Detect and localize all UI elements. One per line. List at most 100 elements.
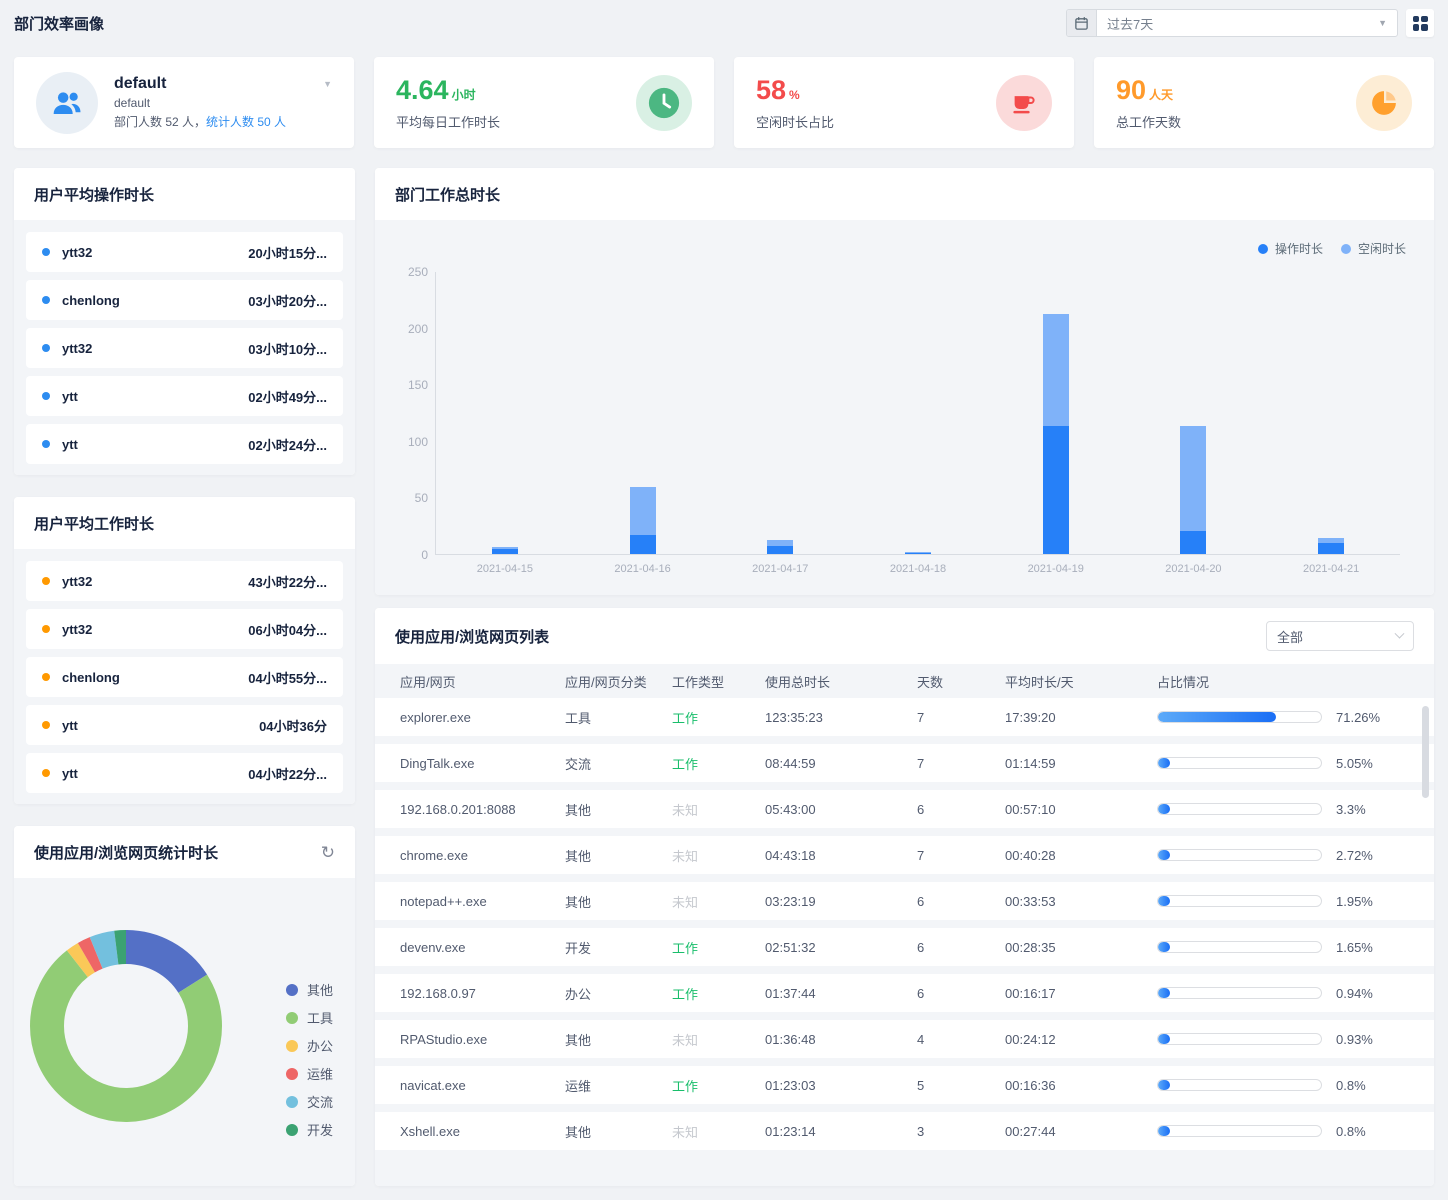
avg-operation-panel: 用户平均操作时长 ytt3220小时15分...chenlong03小时20分.… (14, 168, 355, 475)
stat-count-link[interactable]: 统计人数 50 人 (206, 115, 286, 129)
user-name: ytt (62, 389, 78, 404)
pie-chart-icon (1356, 75, 1412, 131)
progress-track (1157, 711, 1322, 723)
legend-dot-icon (286, 1040, 298, 1052)
calendar-icon (1067, 10, 1097, 36)
days-cell: 7 (917, 848, 1005, 863)
avg-daily-work-label: 平均每日工作时长 (396, 112, 500, 131)
legend-item[interactable]: 开发 (286, 1120, 333, 1139)
app-name-cell: devenv.exe (400, 940, 565, 955)
table-row: 192.168.0.201:8088其他未知05:43:00600:57:103… (375, 790, 1434, 828)
percent-cell: 0.94% (1157, 986, 1414, 1001)
user-name: ytt32 (62, 574, 92, 589)
days-cell: 5 (917, 1078, 1005, 1093)
user-dot-icon (42, 721, 50, 729)
donut-legend: 其他工具办公运维交流开发 (286, 980, 333, 1139)
category-cell: 运维 (565, 1076, 672, 1095)
column-header: 工作类型 (672, 672, 765, 691)
percent-label: 0.8% (1336, 1078, 1366, 1093)
progress-fill (1158, 1080, 1170, 1090)
department-subname: default (114, 96, 332, 110)
department-caret-icon[interactable]: ▼ (323, 79, 332, 89)
user-name: ytt (62, 437, 78, 452)
user-duration: 03小时10分... (248, 339, 327, 358)
legend-item[interactable]: 交流 (286, 1092, 333, 1111)
x-axis-label: 2021-04-15 (477, 563, 533, 575)
bar-chart-plot: 0501001502002502021-04-152021-04-162021-… (435, 272, 1400, 555)
caret-down-icon: ▼ (1378, 18, 1397, 28)
user-dot-icon (42, 625, 50, 633)
progress-track (1157, 987, 1322, 999)
avg-duration-cell: 00:16:36 (1005, 1078, 1157, 1093)
x-axis-label: 2021-04-17 (752, 563, 808, 575)
user-list-item: ytt02小时24分... (26, 424, 343, 464)
category-cell: 开发 (565, 938, 672, 957)
days-cell: 3 (917, 1124, 1005, 1139)
coffee-cup-icon (996, 75, 1052, 131)
legend-item[interactable]: 操作时长 (1258, 240, 1323, 257)
column-header: 占比情况 (1157, 672, 1414, 691)
app-name-cell: 192.168.0.97 (400, 986, 565, 1001)
legend-item[interactable]: 运维 (286, 1064, 333, 1083)
refresh-icon[interactable]: ↻ (321, 844, 335, 861)
percent-label: 0.94% (1336, 986, 1373, 1001)
legend-dot-icon (1258, 244, 1268, 254)
department-name: default (114, 75, 166, 93)
progress-track (1157, 1033, 1322, 1045)
percent-label: 5.05% (1336, 756, 1373, 771)
user-list-item: ytt04小时22分... (26, 753, 343, 793)
bar-segment-空闲时长 (1180, 426, 1206, 531)
bar-segment-操作时长 (767, 546, 793, 554)
legend-item[interactable]: 空闲时长 (1341, 240, 1406, 257)
column-header: 应用/网页 (400, 672, 565, 691)
days-cell: 7 (917, 710, 1005, 725)
column-header: 应用/网页分类 (565, 672, 672, 691)
progress-fill (1158, 942, 1170, 952)
bar-segment-空闲时长 (767, 540, 793, 546)
apps-grid-button[interactable] (1406, 9, 1434, 37)
legend-label: 交流 (307, 1092, 333, 1111)
progress-track (1157, 757, 1322, 769)
category-cell: 其他 (565, 846, 672, 865)
percent-label: 1.65% (1336, 940, 1373, 955)
user-list-item: ytt32 20小时15分... (26, 232, 343, 272)
department-card: default ▼ default 部门人数 52 人，统计人数 50 人 (14, 57, 354, 148)
percent-cell: 0.8% (1157, 1124, 1414, 1139)
percent-label: 2.72% (1336, 848, 1373, 863)
category-filter-select[interactable]: 全部 (1266, 621, 1414, 651)
app-name-cell: explorer.exe (400, 710, 565, 725)
user-name: ytt32 (62, 245, 92, 260)
x-axis-label: 2021-04-20 (1165, 563, 1221, 575)
legend-item[interactable]: 工具 (286, 1008, 333, 1027)
bar-segment-操作时长 (1043, 426, 1069, 554)
percent-cell: 3.3% (1157, 802, 1414, 817)
table-scrollbar[interactable] (1422, 706, 1429, 798)
progress-fill (1158, 712, 1276, 722)
avg-duration-cell: 00:24:12 (1005, 1032, 1157, 1047)
progress-fill (1158, 850, 1170, 860)
avg-daily-work-unit: 小时 (452, 88, 476, 102)
avg-duration-cell: 00:28:35 (1005, 940, 1157, 955)
bar-chart-area: 操作时长 空闲时长 0501001502002502021-04-152021-0… (375, 220, 1434, 595)
legend-item[interactable]: 其他 (286, 980, 333, 999)
legend-item[interactable]: 办公 (286, 1036, 333, 1055)
users-icon (50, 86, 84, 120)
table-row: explorer.exe工具工作123:35:23717:39:2071.26% (375, 698, 1434, 736)
date-range-picker[interactable]: 过去7天 ▼ (1066, 9, 1398, 37)
bar-segment-操作时长 (492, 549, 518, 554)
user-list-item: chenlong03小时20分... (26, 280, 343, 320)
work-type-cell: 未知 (672, 1122, 765, 1141)
legend-dot-icon (1341, 244, 1351, 254)
days-cell: 6 (917, 986, 1005, 1001)
days-cell: 7 (917, 756, 1005, 771)
days-cell: 6 (917, 940, 1005, 955)
avg-duration-cell: 17:39:20 (1005, 710, 1157, 725)
user-duration: 03小时20分... (248, 291, 327, 310)
app-table-title: 使用应用/浏览网页列表 (395, 626, 549, 647)
avg-duration-cell: 00:27:44 (1005, 1124, 1157, 1139)
days-cell: 6 (917, 802, 1005, 817)
work-type-cell: 未知 (672, 892, 765, 911)
percent-label: 0.93% (1336, 1032, 1373, 1047)
percent-cell: 71.26% (1157, 710, 1414, 725)
user-duration: 20小时15分... (248, 243, 327, 262)
